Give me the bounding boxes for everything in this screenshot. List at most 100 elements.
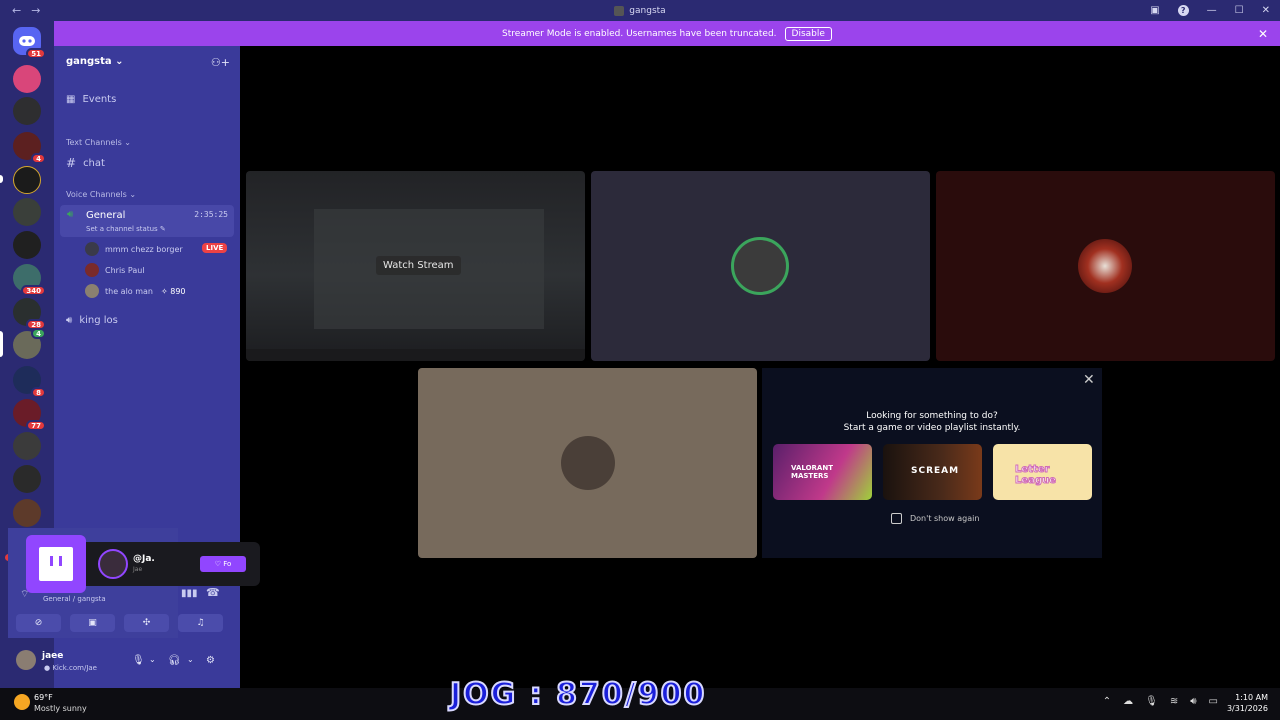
weather-sun-icon[interactable] (14, 694, 30, 710)
channel-chat[interactable]: # chat (66, 156, 105, 170)
battery-icon[interactable]: ▭ (1209, 696, 1218, 707)
voice-user-name: Chris Paul (105, 265, 145, 275)
headphones-icon[interactable]: 🎧︎ (168, 655, 181, 666)
forward-arrow-icon[interactable]: → (31, 4, 40, 17)
user-avatar[interactable] (16, 650, 36, 670)
voice-user[interactable]: the alo man ✧ 890 (85, 284, 186, 298)
server-icon[interactable] (13, 465, 41, 493)
clock-date: 3/31/2026 (1226, 704, 1268, 713)
weather-temperature: 69°F (34, 693, 53, 702)
stream-taskbar-preview (246, 349, 585, 361)
points-value: 890 (170, 286, 186, 296)
points-badge: ✧ 890 (161, 286, 186, 296)
dont-show-again-label[interactable]: Don't show again (910, 514, 979, 523)
system-tray: ⌃ ☁ 🎙︎ ≋ 🔊︎ ▭ (1103, 696, 1218, 707)
help-icon[interactable]: ? (1177, 5, 1189, 16)
game-card-scream[interactable]: SCREAM (883, 444, 982, 500)
add-member-icon[interactable]: ⚇+ (211, 56, 230, 69)
jog-overlay-text: JOG : 870/900 (449, 676, 707, 713)
dont-show-again-checkbox[interactable] (891, 513, 902, 524)
volume-icon[interactable]: 🔊︎ (1190, 696, 1196, 707)
user-status-text: Kick.com/Jae (52, 664, 97, 672)
events-label: Events (82, 94, 117, 105)
close-icon[interactable]: ✕ (1083, 372, 1095, 388)
server-icon[interactable] (13, 432, 41, 460)
camera-button[interactable]: ⊘ (16, 614, 61, 632)
server-icon[interactable]: 28 (13, 298, 46, 330)
mention-badge: 8 (31, 387, 46, 398)
twitch-handle: @Ja. (133, 554, 155, 564)
activities-button[interactable]: ✣ (124, 614, 169, 632)
server-icon[interactable] (13, 231, 41, 259)
twitch-follow-button[interactable]: ♡ Fo (200, 556, 246, 572)
channel-status[interactable]: Set a channel status ✎ (86, 225, 166, 233)
game-card-valorant[interactable]: VALORANT MASTERS (773, 444, 872, 500)
voice-category[interactable]: Voice Channels ⌄ (66, 190, 136, 199)
minimize-button[interactable]: — (1207, 5, 1217, 16)
disable-button[interactable]: Disable (784, 26, 832, 41)
watch-stream-button[interactable]: Watch Stream (376, 256, 461, 275)
cloud-icon[interactable]: ☁ (1123, 696, 1133, 707)
screen-share-button[interactable]: ▣ (70, 614, 115, 632)
noise-suppression-icon[interactable]: ▮▮▮ (181, 588, 198, 599)
server-icon[interactable] (13, 97, 41, 125)
server-icon[interactable]: 4 (13, 132, 46, 164)
audio-options-chevron-icon[interactable]: ⌄ (187, 655, 194, 664)
microphone-icon[interactable]: 🎙︎ (132, 655, 145, 666)
server-icon[interactable]: 8 (13, 366, 46, 398)
voice-connection-location[interactable]: General / gangsta (43, 595, 106, 603)
inbox-icon[interactable]: ▣ (1150, 5, 1159, 16)
category-label: Voice Channels (66, 190, 127, 199)
chevron-up-icon[interactable]: ⌃ (1103, 696, 1111, 707)
guild-header[interactable]: gangsta ⌄ (66, 56, 124, 67)
voice-channel-king-los[interactable]: 🔊︎ king los (66, 315, 118, 326)
voice-user[interactable]: mmm chezz borger (85, 242, 183, 256)
soundboard-button[interactable]: ♫ (178, 614, 223, 632)
game-title: SCREAM (911, 466, 960, 476)
server-icon[interactable] (13, 65, 41, 93)
user-name[interactable]: jaee (42, 651, 63, 661)
close-icon[interactable]: ✕ (1258, 27, 1268, 41)
weather-description: Mostly sunny (34, 704, 87, 713)
participant-avatar (561, 436, 615, 490)
wifi-icon[interactable]: ≋ (1170, 696, 1178, 707)
microphone-icon[interactable]: 🎙︎ (1145, 696, 1158, 707)
voice-user-name: the alo man (105, 286, 153, 296)
server-icon[interactable] (13, 499, 41, 527)
server-icon[interactable] (13, 198, 41, 226)
participant-tile[interactable] (936, 171, 1275, 361)
text-category[interactable]: Text Channels ⌄ (66, 138, 131, 147)
heart-icon: ♡ (214, 560, 224, 568)
channel-label: chat (83, 157, 105, 169)
maximize-button[interactable]: ☐ (1235, 5, 1244, 16)
events-item[interactable]: ▦ Events (66, 94, 116, 105)
activities-icon: ✣ (142, 618, 151, 628)
mic-options-chevron-icon[interactable]: ⌄ (149, 655, 156, 664)
game-card-letter-league[interactable]: Letter League (993, 444, 1092, 500)
mention-badge: 340 (21, 285, 46, 296)
voice-user[interactable]: Chris Paul (85, 263, 145, 277)
streamer-mode-text: Streamer Mode is enabled. Usernames have… (502, 28, 777, 39)
clock-time: 1:10 AM (1235, 693, 1268, 702)
server-icon[interactable]: 77 (13, 399, 46, 431)
close-button[interactable]: ✕ (1262, 5, 1270, 16)
voice-channel-general[interactable]: 🔊︎ General 2:35:25 Set a channel status … (60, 205, 234, 237)
server-icon[interactable] (13, 166, 41, 194)
disconnect-icon[interactable]: ☎ (206, 586, 220, 599)
activity-heading: Looking for something to do? Start a gam… (762, 410, 1102, 434)
home-button[interactable]: 51 (13, 27, 46, 59)
settings-gear-icon[interactable]: ⚙ (206, 655, 215, 666)
twitch-logo (26, 535, 86, 593)
twitch-icon (39, 547, 73, 581)
taskbar-clock[interactable]: 1:10 AM 3/31/2026 (1227, 692, 1268, 714)
channel-status-text: Set a channel status (86, 225, 158, 233)
participant-tile[interactable] (418, 368, 757, 558)
participant-tile[interactable] (591, 171, 930, 361)
game-title: Letter League (1015, 464, 1057, 487)
avatar (85, 242, 99, 256)
back-arrow-icon[interactable]: ← (12, 4, 21, 17)
server-icon[interactable]: 340 (13, 264, 46, 296)
server-icon[interactable]: 4 (13, 328, 46, 359)
unread-pill (0, 175, 3, 183)
activity-subtitle: Start a game or video playlist instantly… (843, 423, 1021, 433)
